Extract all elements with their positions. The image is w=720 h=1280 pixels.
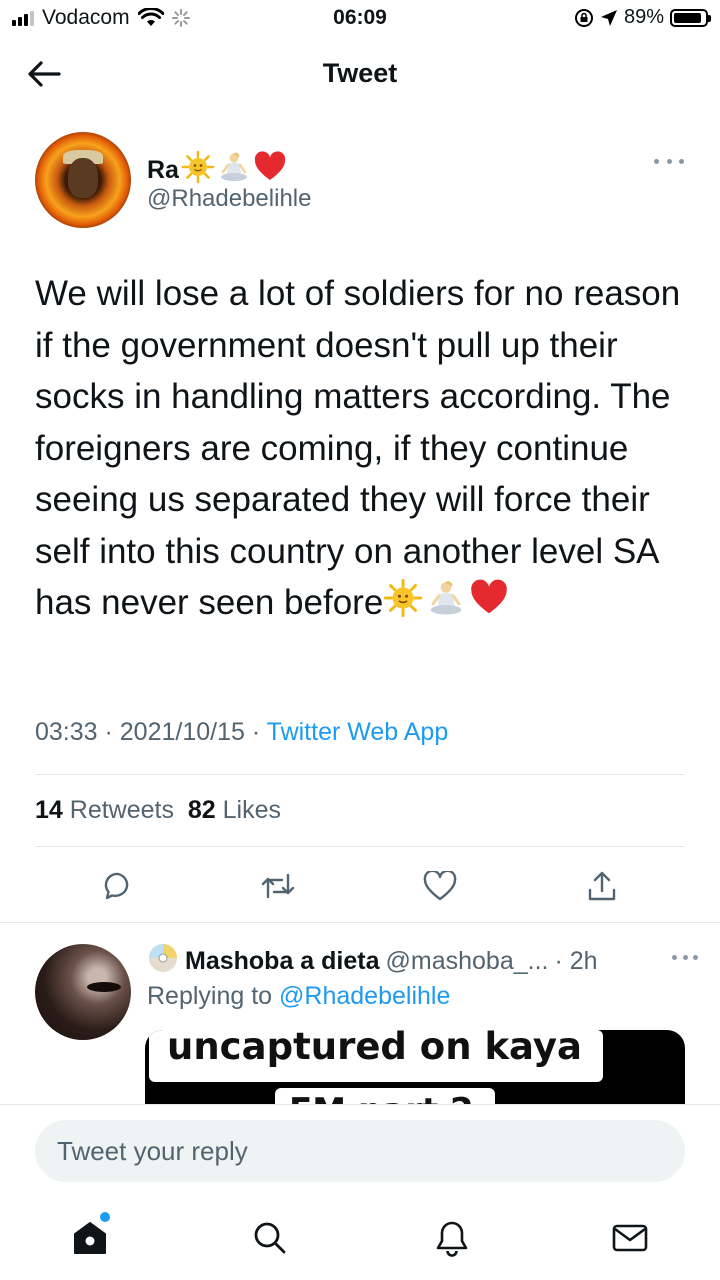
reply-author-name[interactable]: Mashoba a dieta [185,947,380,976]
search-icon [254,1222,286,1254]
status-right: 89% [574,6,711,29]
reply-button[interactable] [94,862,142,910]
tab-home[interactable] [66,1212,114,1262]
like-button[interactable] [416,862,464,910]
page-title: Tweet [322,58,398,88]
reply-icon [104,872,129,900]
tab-bar [0,1200,720,1280]
author-avatar[interactable] [35,132,131,228]
tab-search[interactable] [246,1214,294,1262]
location-arrow-icon [600,9,617,26]
meditation-emoji-icon [423,578,469,633]
battery-percent: 89% [623,6,664,28]
tab-messages[interactable] [606,1214,654,1262]
more-options-button[interactable] [654,152,684,170]
new-content-dot [100,1212,110,1222]
tweet-body: We will lose a lot of soldiers for no re… [35,274,690,622]
tweet-action-bar [0,862,720,910]
divider [0,922,720,923]
reply-input[interactable] [35,1120,685,1182]
reply-timestamp: · 2h [554,947,598,975]
red-heart-emoji-icon [469,578,509,633]
status-bar: Vodacom 06:09 89% [0,0,720,38]
tweet-text: We will lose a lot of soldiers for no re… [35,268,695,632]
sun-face-emoji-icon [383,578,423,633]
retweets-label: Retweets [69,796,174,824]
home-icon [74,1222,106,1254]
reply-more-options-button[interactable] [672,955,698,961]
divider [35,846,685,847]
retweets-count: 14 [35,796,63,824]
tweet-stats: 14 Retweets 82 Likes [35,796,281,825]
tweet-time: 03:33 [35,718,98,746]
tweet-source-link[interactable]: Twitter Web App [267,718,449,746]
share-button[interactable] [578,862,626,910]
replying-to-mention[interactable]: @Rhadebelihle [279,982,450,1010]
retweet-button[interactable] [254,862,302,910]
notifications-icon [436,1221,468,1257]
tab-notifications[interactable] [428,1214,476,1262]
reply-media-thumbnail[interactable]: uncaptured on kaya FM part 2 [145,1030,685,1110]
retweet-icon [261,873,295,899]
author-name-text: Ra [147,156,179,184]
likes-count: 82 [187,796,216,824]
reply-header: Mashoba a dieta @mashoba_... · 2h [147,942,598,981]
author-handle[interactable]: @Rhadebelihle [147,185,311,213]
retweets-stat[interactable]: 14 Retweets [35,796,174,824]
top-navigation: Tweet [0,40,720,110]
tweet-date: 2021/10/15 [119,718,245,746]
reply-author-avatar[interactable] [35,944,131,1040]
share-icon [588,871,616,901]
dvd-emoji-icon [147,942,179,981]
replying-to-label: Replying to [147,982,273,1010]
battery-icon [670,8,711,27]
media-caption-text: uncaptured on kaya [167,1030,582,1068]
media-caption-box: uncaptured on kaya [149,1030,603,1082]
tweet-timestamp: 03:33 · 2021/10/15 · Twitter Web App [35,718,449,746]
like-icon [423,871,457,901]
messages-icon [612,1224,648,1252]
likes-label: Likes [222,796,282,824]
likes-stat[interactable]: 82 Likes [188,796,281,824]
rotation-lock-icon [574,8,593,27]
replying-to-line: Replying to @Rhadebelihle [147,982,450,1011]
reply-author-handle[interactable]: @mashoba_... [386,947,549,976]
divider [35,774,685,775]
